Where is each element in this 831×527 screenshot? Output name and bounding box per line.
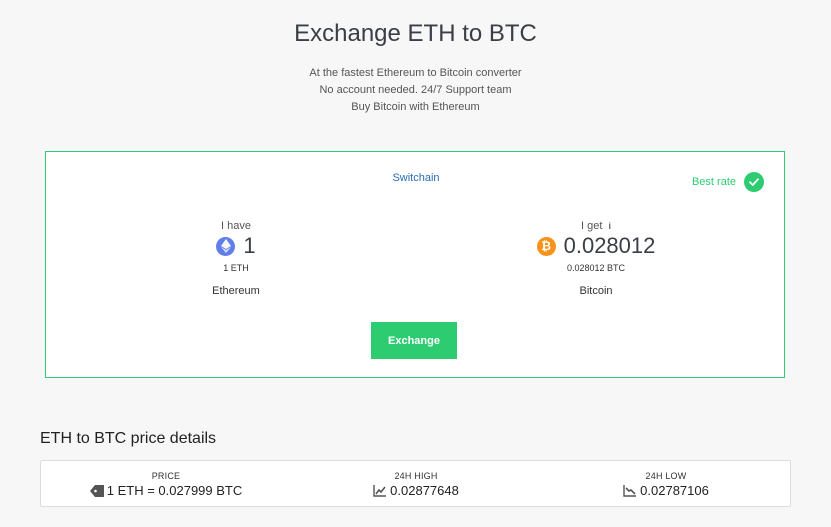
from-currency-name: Ethereum xyxy=(212,285,260,297)
to-currency-name: Bitcoin xyxy=(579,285,613,297)
to-label: I get xyxy=(581,220,603,232)
from-label: I have xyxy=(221,220,251,232)
to-sub-amount: 0.028012 BTC xyxy=(566,263,626,273)
price-header: PRICE xyxy=(151,471,181,481)
price-value: 1 ETH = 0.027999 BTC xyxy=(106,483,243,498)
from-amount[interactable]: 1 xyxy=(243,233,255,259)
subtitle-line-1: At the fastest Ethereum to Bitcoin conve… xyxy=(309,67,522,79)
best-rate-label: Best rate xyxy=(691,176,736,188)
trend-up-icon xyxy=(373,484,387,497)
to-currency[interactable]: I get i ₿ 0.028012 0.028012 BTC Bitcoin xyxy=(516,220,676,297)
high-value: 0.02877648 xyxy=(390,483,459,498)
tag-icon xyxy=(89,484,104,497)
price-details-title: ETH to BTC price details xyxy=(40,430,217,447)
price-column: PRICE 1 ETH = 0.027999 BTC xyxy=(66,471,266,498)
from-currency[interactable]: I have 1 1 ETH Ethereum xyxy=(186,220,286,297)
to-label-row: I get i xyxy=(516,220,676,232)
high-column: 24H HIGH 0.02877648 xyxy=(316,471,516,498)
high-header: 24H HIGH xyxy=(394,471,438,481)
best-rate-badge: Best rate xyxy=(692,172,764,192)
page-title: Exchange ETH to BTC xyxy=(294,20,537,47)
bitcoin-icon: ₿ xyxy=(536,236,556,256)
info-icon[interactable]: i xyxy=(608,221,611,231)
exchange-button[interactable]: Exchange xyxy=(371,322,457,359)
ethereum-icon xyxy=(216,236,236,256)
exchange-card: Switchain Best rate I have 1 1 ETH Ether… xyxy=(45,151,785,378)
trend-down-icon xyxy=(623,484,637,497)
subtitle-line-3: Buy Bitcoin with Ethereum xyxy=(351,101,480,113)
to-amount: 0.028012 xyxy=(563,233,656,258)
low-header: 24H LOW xyxy=(645,471,687,481)
price-details-box: PRICE 1 ETH = 0.027999 BTC 24H HIGH 0.02… xyxy=(40,460,791,507)
subtitle-line-2: No account needed. 24/7 Support team xyxy=(319,84,512,96)
low-value: 0.02787106 xyxy=(640,483,709,498)
low-column: 24H LOW 0.02787106 xyxy=(566,471,766,498)
switchain-link[interactable]: Switchain xyxy=(46,172,786,184)
from-sub-amount: 1 ETH xyxy=(223,263,249,273)
check-icon xyxy=(744,172,764,192)
